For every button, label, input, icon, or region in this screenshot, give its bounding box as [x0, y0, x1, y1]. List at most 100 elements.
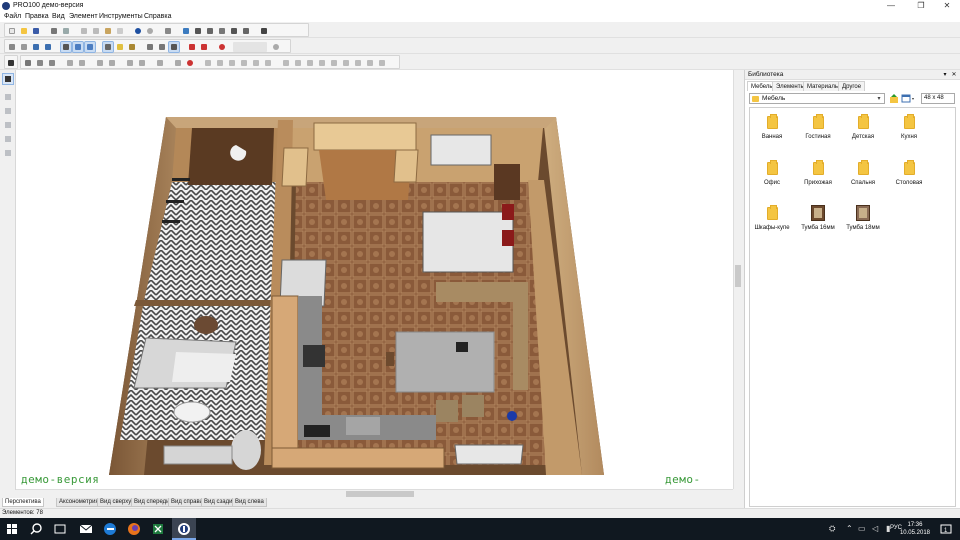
- volume-icon[interactable]: ◁: [872, 524, 878, 533]
- lamp-button[interactable]: [127, 42, 137, 52]
- minimize-button[interactable]: —: [876, 0, 906, 12]
- library-item-cabinet-18mm[interactable]: Тумба 18мм: [843, 201, 883, 241]
- mirror-button[interactable]: [65, 58, 75, 68]
- shadow-button[interactable]: [102, 41, 114, 53]
- library-folder-hallway[interactable]: Прихожая: [798, 156, 838, 196]
- icon-size-select[interactable]: 48 x 48: [921, 93, 955, 104]
- room-render[interactable]: [16, 70, 733, 489]
- rotate-left-button[interactable]: [125, 58, 135, 68]
- size-height-button[interactable]: [317, 58, 327, 68]
- array-button[interactable]: [173, 58, 183, 68]
- viewport-vertical-scrollbar[interactable]: [733, 70, 742, 489]
- align-middle-button[interactable]: [251, 58, 261, 68]
- mail-icon[interactable]: [78, 521, 94, 537]
- rotate-button[interactable]: [35, 58, 45, 68]
- price-button[interactable]: [241, 26, 251, 36]
- horizontal-scroll-thumb[interactable]: [346, 491, 414, 497]
- library-folder-office[interactable]: Офис: [752, 156, 792, 196]
- tab-perspective[interactable]: Перспектива: [2, 498, 44, 507]
- undo-button[interactable]: [133, 26, 143, 36]
- tab-other[interactable]: Другое: [838, 81, 866, 91]
- hidden-lines-button[interactable]: [19, 42, 29, 52]
- target-button[interactable]: [217, 42, 227, 52]
- delete-button[interactable]: [115, 26, 125, 36]
- select-tool-icon[interactable]: [2, 73, 14, 85]
- menu-tools[interactable]: Инструменты: [99, 13, 143, 20]
- scale-button[interactable]: [47, 58, 57, 68]
- tab-top-view[interactable]: Вид сверху: [97, 498, 135, 507]
- tab-front-view[interactable]: Вид спереди: [131, 498, 173, 507]
- panel-button[interactable]: [193, 26, 203, 36]
- library-folder-select[interactable]: Мебель ▾: [749, 93, 885, 104]
- align-bottom-button[interactable]: [263, 58, 273, 68]
- ungroup-button[interactable]: [107, 58, 117, 68]
- library-button[interactable]: [181, 26, 191, 36]
- open-file-button[interactable]: [19, 26, 29, 36]
- stack-button[interactable]: [341, 58, 351, 68]
- save-file-button[interactable]: [31, 26, 41, 36]
- view-mode-button[interactable]: [901, 93, 915, 104]
- align-center-button[interactable]: [215, 58, 225, 68]
- menu-help[interactable]: Справка: [144, 13, 171, 20]
- move-button[interactable]: [23, 58, 33, 68]
- align-top-button[interactable]: [239, 58, 249, 68]
- perspective-view-button[interactable]: [60, 41, 72, 53]
- size-width-button[interactable]: [305, 58, 315, 68]
- rotate-right-button[interactable]: [137, 58, 147, 68]
- system-clock[interactable]: 17:36 10.05.2018: [900, 521, 930, 537]
- duplicate-button[interactable]: [155, 58, 165, 68]
- floor-snap-button[interactable]: [377, 58, 387, 68]
- vertical-scroll-thumb[interactable]: [735, 265, 741, 287]
- library-folder-wardrobes[interactable]: Шкафы-купе: [752, 201, 792, 241]
- copy-button[interactable]: [91, 26, 101, 36]
- drawing-button[interactable]: [229, 26, 239, 36]
- size-depth-button[interactable]: [329, 58, 339, 68]
- library-folder-bedroom[interactable]: Спальня: [843, 156, 883, 196]
- library-folder-kids-room[interactable]: Детская: [843, 110, 883, 150]
- tab-left-view[interactable]: Вид слева: [232, 498, 267, 507]
- distribute-v-button[interactable]: [293, 58, 303, 68]
- new-file-button[interactable]: [7, 26, 17, 36]
- excel-icon[interactable]: [150, 521, 166, 537]
- dots-grid-button[interactable]: [6, 58, 16, 68]
- properties-button[interactable]: [163, 26, 173, 36]
- wall-snap-button[interactable]: [365, 58, 375, 68]
- align-button[interactable]: [77, 58, 87, 68]
- tab-axonometry[interactable]: Аксонометрия: [56, 498, 102, 507]
- hole-tool-icon[interactable]: [3, 134, 13, 144]
- sum-button[interactable]: [259, 26, 269, 36]
- redo-button[interactable]: [145, 26, 155, 36]
- pin-icon[interactable]: ▾: [941, 70, 949, 80]
- draw-tool-icon[interactable]: [3, 92, 13, 102]
- close-button[interactable]: ✕: [932, 0, 960, 12]
- task-view-icon[interactable]: [52, 521, 68, 537]
- shaded-view-button[interactable]: [31, 42, 41, 52]
- edge-browser-icon[interactable]: [102, 521, 118, 537]
- tab-back-view[interactable]: Вид сзади: [201, 498, 236, 507]
- measure-button[interactable]: [157, 42, 167, 52]
- textures-button[interactable]: [84, 41, 96, 53]
- network-icon[interactable]: ▭: [858, 524, 866, 533]
- viewport-horizontal-scrollbar[interactable]: [16, 489, 733, 498]
- pivot-button[interactable]: [185, 58, 195, 68]
- magnet-button[interactable]: [187, 42, 197, 52]
- menu-view[interactable]: Вид: [52, 13, 65, 20]
- library-item-cabinet-16mm[interactable]: Тумба 16мм: [798, 201, 838, 241]
- folder-up-button[interactable]: [889, 93, 899, 104]
- print-button[interactable]: [49, 26, 59, 36]
- menu-edit[interactable]: Правка: [25, 13, 49, 20]
- library-folder-kitchen[interactable]: Кухня: [889, 110, 929, 150]
- menu-element[interactable]: Элемент: [69, 13, 98, 20]
- people-icon[interactable]: ⛭: [829, 524, 835, 534]
- menu-file[interactable]: Файл: [4, 13, 21, 20]
- library-folder-living-room[interactable]: Гостиная: [798, 110, 838, 150]
- zoom-level-field[interactable]: [233, 42, 267, 52]
- align-left-button[interactable]: [203, 58, 213, 68]
- panel-close-icon[interactable]: ✕: [950, 70, 958, 80]
- group-button[interactable]: [95, 58, 105, 68]
- edge-tool-icon[interactable]: [3, 120, 13, 130]
- gap-button[interactable]: [353, 58, 363, 68]
- distribute-h-button[interactable]: [281, 58, 291, 68]
- firefox-icon[interactable]: [126, 521, 142, 537]
- snap-button[interactable]: [199, 42, 209, 52]
